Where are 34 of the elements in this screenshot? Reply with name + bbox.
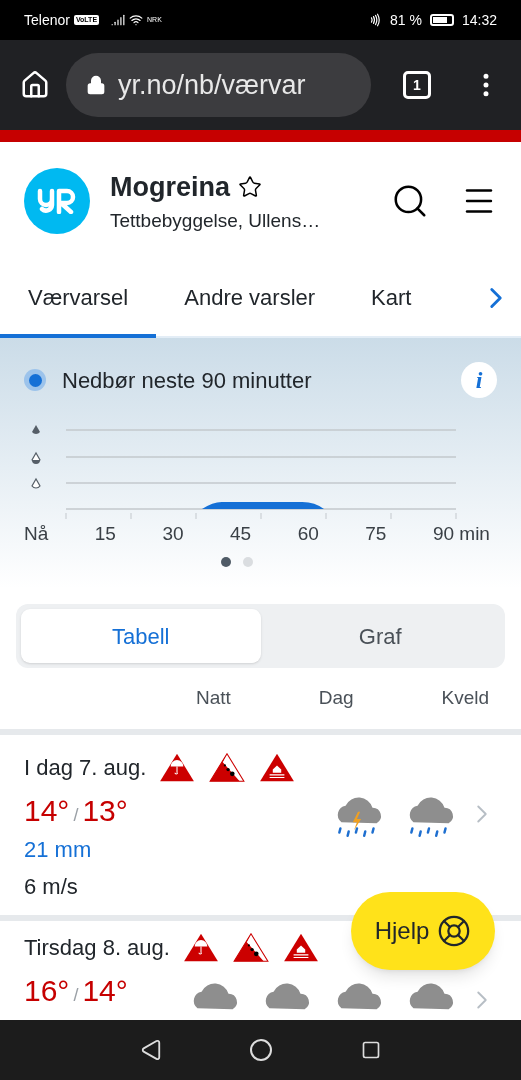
temperature-separator: / xyxy=(73,803,79,827)
location-title: Mogreina xyxy=(110,170,230,204)
info-button[interactable]: i xyxy=(461,362,497,398)
temperature-separator: / xyxy=(73,984,79,1008)
column-header: Kveld xyxy=(441,686,489,710)
time-axis-label: 60 xyxy=(297,522,319,546)
day-date: I dag 7. aug. xyxy=(24,753,147,782)
time-axis-label: 15 xyxy=(94,522,116,546)
column-header: Natt xyxy=(196,686,231,710)
time-axis-label: 75 xyxy=(365,522,387,546)
location-subtitle: Tettbebyggelse, Ullens… xyxy=(110,209,322,233)
tab-count-button[interactable]: 1 xyxy=(403,71,431,99)
clock: 14:32 xyxy=(461,10,497,30)
time-axis-label: Nå xyxy=(24,522,49,546)
day-date: Tirsdag 8. aug. xyxy=(24,934,170,963)
wind-speed: 6 m/s xyxy=(24,872,79,901)
time-axis-label: 30 xyxy=(162,522,184,546)
high-temperature: 14° xyxy=(24,792,70,829)
time-axis-label: 45 xyxy=(230,522,252,546)
url-text: yr.no/nb/værvar xyxy=(118,68,306,102)
carrier-name: Telenor xyxy=(24,10,70,30)
time-axis-label: 90 min xyxy=(432,522,490,546)
nav-tab[interactable]: Kart xyxy=(343,260,440,338)
nav-tab[interactable]: Andre varsler xyxy=(156,260,344,338)
column-header: Dag xyxy=(318,686,354,710)
nowcast-title: Nedbør neste 90 minutter xyxy=(62,366,313,395)
battery-percent: 81 % xyxy=(390,10,422,30)
low-temperature: 13° xyxy=(82,792,128,829)
address-bar[interactable]: yr.no/nb/værvar xyxy=(66,53,371,117)
precipitation-amount: 21 mm xyxy=(24,835,93,864)
view-toggle-option[interactable]: Graf xyxy=(260,609,500,663)
high-temperature: 16° xyxy=(24,973,70,1010)
low-temperature: 14° xyxy=(82,973,128,1010)
view-toggle-option[interactable]: Tabell xyxy=(21,609,261,663)
